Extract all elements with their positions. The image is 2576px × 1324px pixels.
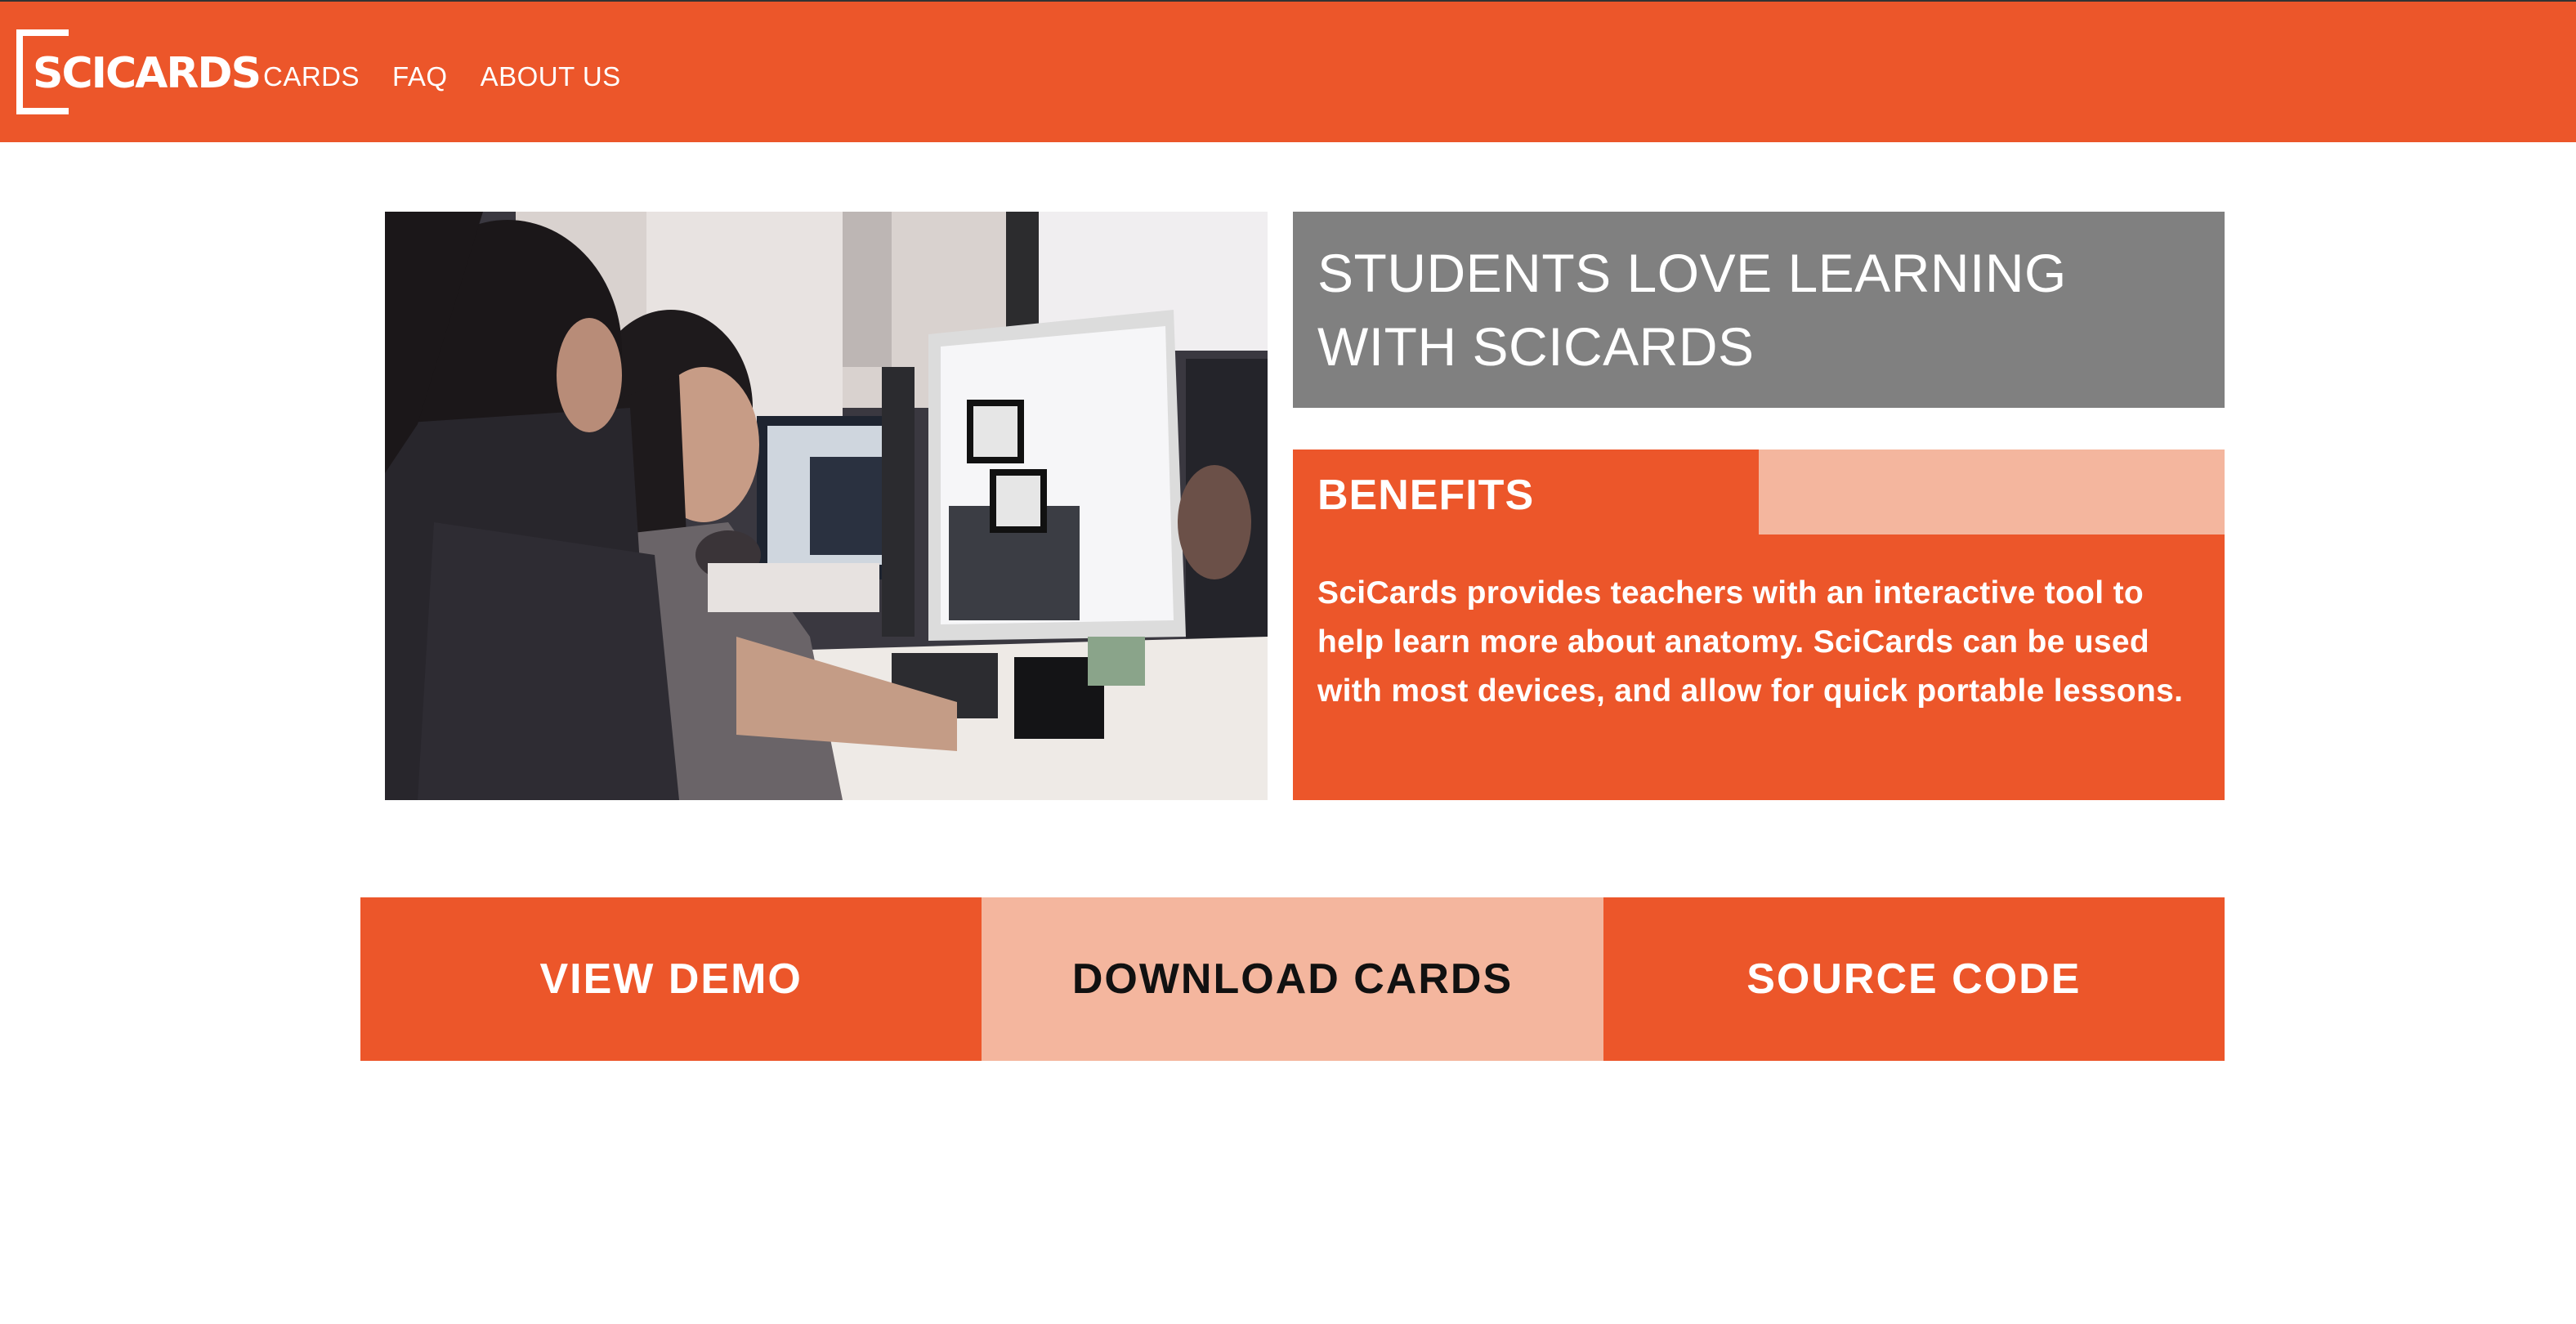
download-cards-button[interactable]: DOWNLOAD CARDS <box>982 897 1603 1061</box>
source-code-button[interactable]: SOURCE CODE <box>1603 897 2225 1061</box>
action-buttons: VIEW DEMO DOWNLOAD CARDS SOURCE CODE <box>360 897 2225 1061</box>
nav-link-faq[interactable]: FAQ <box>392 60 448 93</box>
benefits-body: SciCards provides teachers with an inter… <box>1317 575 2184 709</box>
view-demo-button[interactable]: VIEW DEMO <box>360 897 982 1061</box>
benefits-accent-bar <box>1759 450 2225 535</box>
nav-link-cards[interactable]: CARDS <box>263 60 360 93</box>
benefits-panel: BENEFITS SciCards provides teachers with… <box>1293 450 2225 800</box>
hero-title-box: STUDENTS LOVE LEARNING WITH SCICARDS <box>1293 212 2225 408</box>
top-navbar: SCICARDS CARDS FAQ ABOUT US <box>0 0 2576 142</box>
logo-text: SCICARDS <box>33 47 264 100</box>
benefits-heading: BENEFITS <box>1317 472 1535 519</box>
hero-title: STUDENTS LOVE LEARNING WITH SCICARDS <box>1317 243 2067 377</box>
nav-link-about-us[interactable]: ABOUT US <box>481 60 621 93</box>
scicards-logo[interactable]: SCICARDS <box>16 29 264 114</box>
hero-photo <box>385 212 1268 800</box>
main-nav: CARDS FAQ ABOUT US <box>263 60 654 93</box>
